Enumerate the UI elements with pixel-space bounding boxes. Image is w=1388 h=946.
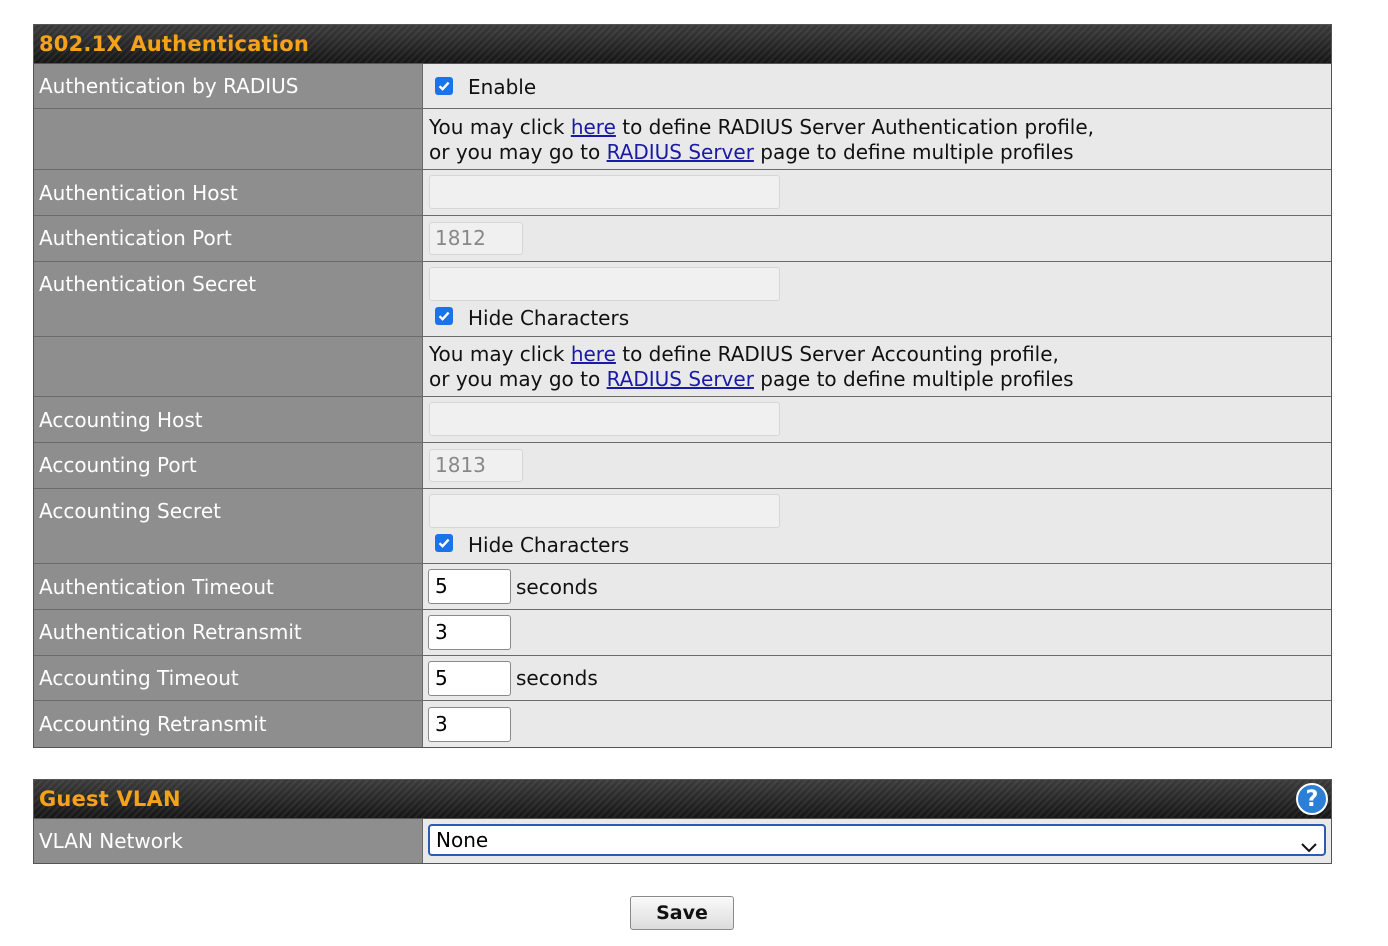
acct-retransmit-label: Accounting Retransmit bbox=[39, 712, 267, 736]
acct-hide-characters-checkbox[interactable] bbox=[435, 534, 453, 552]
acct-port-label: Accounting Port bbox=[39, 453, 197, 477]
acct-info-text: You may click here to define RADIUS Serv… bbox=[429, 342, 1074, 391]
guest-vlan-title: Guest VLAN bbox=[39, 787, 181, 811]
auth-host-input[interactable] bbox=[429, 175, 780, 209]
guest-vlan-panel: Guest VLAN ? VLAN Network None bbox=[33, 779, 1332, 864]
acct-retransmit-input[interactable]: 3 bbox=[428, 707, 511, 742]
question-mark-icon[interactable]: ? bbox=[1296, 783, 1328, 815]
acct-host-label: Accounting Host bbox=[39, 408, 203, 432]
acct-radius-server-link[interactable]: RADIUS Server bbox=[607, 367, 754, 391]
radius-label: Authentication by RADIUS bbox=[39, 74, 299, 98]
auth-panel-header: 802.1X Authentication bbox=[34, 25, 1331, 64]
row-acct-secret: Accounting Secret Hide Characters bbox=[34, 489, 1331, 564]
chevron-down-icon bbox=[1300, 833, 1318, 861]
auth-info-text: You may click here to define RADIUS Serv… bbox=[429, 115, 1095, 164]
acct-here-link[interactable]: here bbox=[571, 342, 616, 366]
acct-secret-input[interactable] bbox=[429, 494, 780, 528]
auth-secret-label: Authentication Secret bbox=[39, 272, 257, 296]
auth-retransmit-input[interactable]: 3 bbox=[428, 615, 511, 650]
auth-here-link[interactable]: here bbox=[571, 115, 616, 139]
auth-hide-characters-checkbox[interactable] bbox=[435, 307, 453, 325]
row-acct-port: Accounting Port 1813 bbox=[34, 443, 1331, 489]
acct-timeout-input[interactable]: 5 bbox=[428, 661, 511, 696]
acct-hide-characters-label: Hide Characters bbox=[468, 533, 630, 557]
auth-panel-title: 802.1X Authentication bbox=[39, 32, 309, 56]
vlan-network-select[interactable]: None bbox=[428, 824, 1326, 856]
row-auth-port: Authentication Port 1812 bbox=[34, 216, 1331, 262]
auth-port-input[interactable]: 1812 bbox=[429, 222, 523, 255]
auth-secret-input[interactable] bbox=[429, 267, 780, 301]
row-auth-host: Authentication Host bbox=[34, 170, 1331, 216]
auth-timeout-label: Authentication Timeout bbox=[39, 575, 274, 599]
row-acct-timeout: Accounting Timeout 5 seconds bbox=[34, 656, 1331, 701]
auth-hide-characters-label: Hide Characters bbox=[468, 306, 630, 330]
acct-timeout-unit: seconds bbox=[516, 666, 598, 690]
auth-host-label: Authentication Host bbox=[39, 181, 238, 205]
acct-port-input[interactable]: 1813 bbox=[429, 449, 523, 482]
vlan-network-label: VLAN Network bbox=[39, 829, 183, 853]
radius-enable-label: Enable bbox=[468, 75, 537, 99]
row-acct-host: Accounting Host bbox=[34, 397, 1331, 443]
auth-timeout-input[interactable]: 5 bbox=[428, 569, 511, 604]
auth-panel: 802.1X Authentication Authentication by … bbox=[33, 24, 1332, 748]
acct-secret-label: Accounting Secret bbox=[39, 499, 221, 523]
auth-retransmit-label: Authentication Retransmit bbox=[39, 620, 302, 644]
save-button[interactable]: Save bbox=[630, 896, 734, 930]
acct-timeout-label: Accounting Timeout bbox=[39, 666, 239, 690]
row-radius: Authentication by RADIUS Enable bbox=[34, 64, 1331, 109]
auth-timeout-unit: seconds bbox=[516, 575, 598, 599]
row-auth-secret: Authentication Secret Hide Characters bbox=[34, 262, 1331, 337]
row-auth-info: You may click here to define RADIUS Serv… bbox=[34, 109, 1331, 170]
radius-enable-checkbox[interactable] bbox=[435, 77, 453, 95]
guest-vlan-header: Guest VLAN ? bbox=[34, 780, 1331, 819]
row-acct-info: You may click here to define RADIUS Serv… bbox=[34, 337, 1331, 397]
acct-host-input[interactable] bbox=[429, 402, 780, 436]
row-acct-retransmit: Accounting Retransmit 3 bbox=[34, 701, 1331, 747]
auth-radius-server-link[interactable]: RADIUS Server bbox=[607, 140, 754, 164]
row-auth-timeout: Authentication Timeout 5 seconds bbox=[34, 564, 1331, 610]
vlan-network-selected: None bbox=[436, 828, 489, 852]
row-auth-retransmit: Authentication Retransmit 3 bbox=[34, 610, 1331, 656]
auth-port-label: Authentication Port bbox=[39, 226, 232, 250]
row-vlan-network: VLAN Network None bbox=[34, 819, 1331, 863]
